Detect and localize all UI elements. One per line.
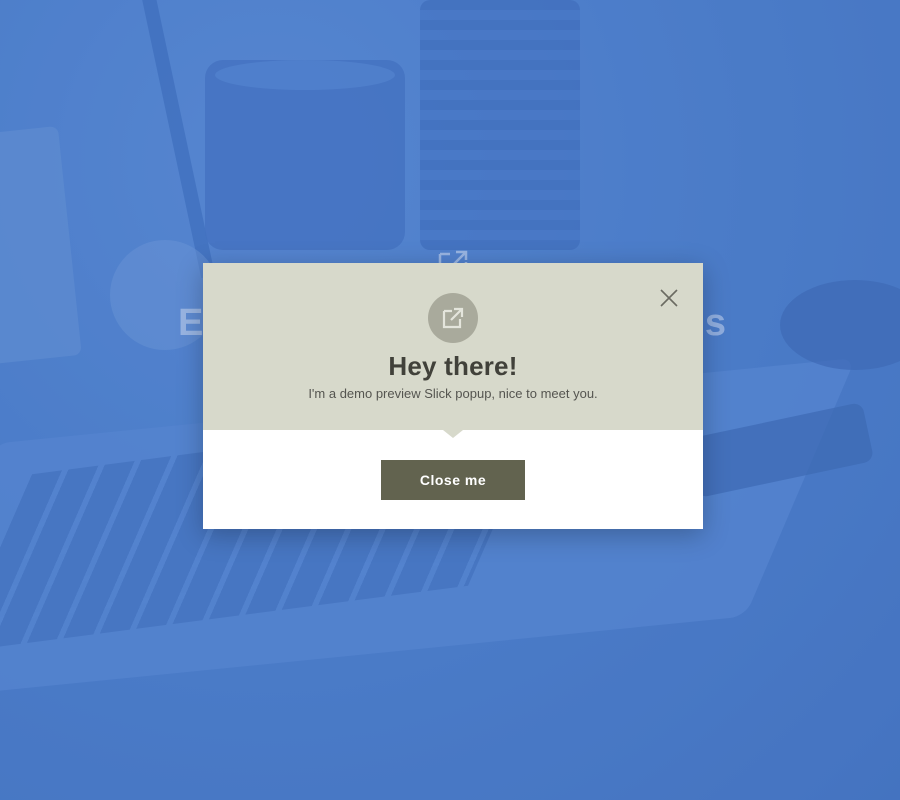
- external-link-icon: [428, 293, 478, 343]
- close-icon[interactable]: [659, 288, 679, 308]
- popup-title: Hey there!: [388, 351, 518, 381]
- close-button[interactable]: Close me: [381, 460, 525, 500]
- background-heading-left: E: [178, 301, 204, 344]
- popup-subtitle: I'm a demo preview Slick popup, nice to …: [308, 386, 598, 401]
- background-heading-right: s: [704, 301, 726, 344]
- popup-body: Close me: [203, 430, 703, 529]
- popup-dialog: Hey there! I'm a demo preview Slick popu…: [203, 263, 703, 529]
- popup-header: Hey there! I'm a demo preview Slick popu…: [203, 263, 703, 438]
